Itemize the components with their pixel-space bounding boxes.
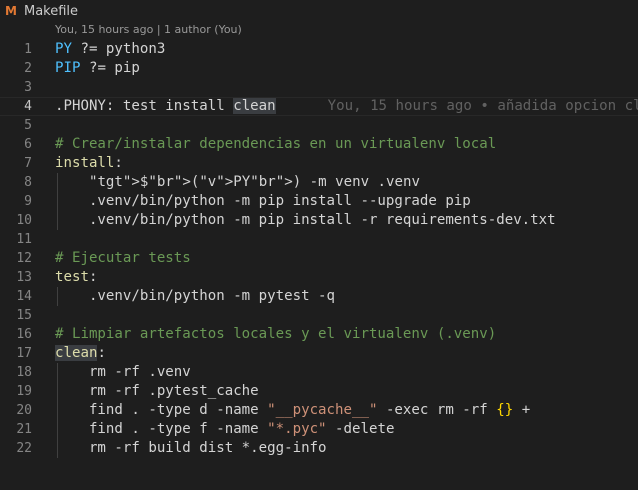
line-number: 17	[16, 346, 32, 361]
line-number: 5	[24, 118, 32, 133]
line-number: 9	[24, 194, 32, 209]
code-line[interactable]: .venv/bin/python -m pytest -q	[55, 287, 638, 306]
line-number: 6	[24, 137, 32, 152]
line-number: 19	[16, 384, 32, 399]
makefile-icon: M	[5, 4, 17, 18]
code-line[interactable]: # Ejecutar tests	[55, 249, 638, 268]
line-number: 18	[16, 365, 32, 380]
line-number: 10	[16, 213, 32, 228]
code-line[interactable]: .venv/bin/python -m pip install -r requi…	[55, 211, 638, 230]
code-line[interactable]: PIP ?= pip	[55, 59, 638, 78]
code-line[interactable]: find . -type d -name "__pycache__" -exec…	[55, 401, 638, 420]
code-line[interactable]: .venv/bin/python -m pip install --upgrad…	[55, 192, 638, 211]
code-line[interactable]: rm -rf .pytest_cache	[55, 382, 638, 401]
indent-guide	[57, 173, 58, 192]
indent-guide	[57, 363, 58, 382]
code-line[interactable]: PY ?= python3	[55, 40, 638, 59]
line-number: 12	[16, 251, 32, 266]
codelens-authors[interactable]: 1 author (You)	[164, 23, 242, 36]
code-line[interactable]	[55, 306, 638, 325]
inline-blame: You, 15 hours ago • añadida opcion clean	[327, 98, 638, 114]
line-number: 14	[16, 289, 32, 304]
breadcrumb[interactable]: M Makefile	[0, 0, 638, 22]
line-number: 2	[24, 61, 32, 76]
indent-guide	[57, 439, 58, 458]
line-number: 16	[16, 327, 32, 342]
code-line[interactable]: find . -type f -name "*.pyc" -delete	[55, 420, 638, 439]
line-number: 1	[24, 42, 32, 57]
line-number: 20	[16, 403, 32, 418]
code-line[interactable]: # Limpiar artefactos locales y el virtua…	[55, 325, 638, 344]
line-number: 7	[24, 156, 32, 171]
line-number: 3	[24, 80, 32, 95]
code-line[interactable]: rm -rf build dist *.egg-info	[55, 439, 638, 458]
indent-guide	[57, 287, 58, 306]
code-line[interactable]	[55, 230, 638, 249]
codelens-separator: |	[153, 23, 165, 36]
indent-guide	[57, 211, 58, 230]
line-number: 15	[16, 308, 32, 323]
breadcrumb-file-name[interactable]: Makefile	[24, 4, 78, 19]
codelens-author-time[interactable]: You, 15 hours ago	[55, 23, 153, 36]
code-line[interactable]: install:	[55, 154, 638, 173]
line-number: 13	[16, 270, 32, 285]
code-line[interactable]: clean:	[55, 344, 638, 363]
line-number: 21	[16, 422, 32, 437]
line-number: 22	[16, 441, 32, 456]
git-codelens[interactable]: You, 15 hours ago | 1 author (You)	[55, 23, 242, 39]
code-line[interactable]: rm -rf .venv	[55, 363, 638, 382]
code-line[interactable]	[55, 116, 638, 135]
editor-window: M Makefile You, 15 hours ago | 1 author …	[0, 0, 638, 490]
code-area[interactable]: PY ?= python3 PIP ?= pip .PHONY: test inst…	[0, 40, 638, 458]
indent-guide	[57, 382, 58, 401]
code-line-current[interactable]: .PHONY: test install clean You, 15 hours …	[0, 97, 638, 116]
indent-guide	[57, 420, 58, 439]
code-line[interactable]: test:	[55, 268, 638, 287]
code-line[interactable]: # Crear/instalar dependencias en un virt…	[55, 135, 638, 154]
indent-guide	[57, 401, 58, 420]
code-line[interactable]	[55, 78, 638, 97]
line-number: 8	[24, 175, 32, 190]
line-number: 11	[16, 232, 32, 247]
code-line[interactable]: "tgt">$"br">("v">PY"br">) -m venv .venv	[55, 173, 638, 192]
indent-guide	[57, 192, 58, 211]
